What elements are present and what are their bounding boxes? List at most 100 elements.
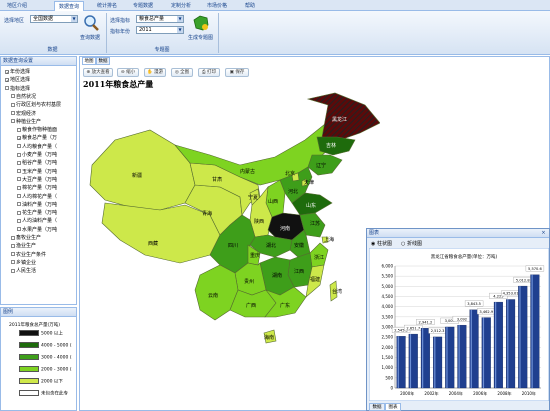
tab-data[interactable]: 数据 bbox=[96, 57, 110, 65]
x-tick-label: 2008年 bbox=[497, 390, 511, 396]
tree-item[interactable]: 油料产量（万吨 bbox=[17, 202, 57, 208]
label-taiwan: 台湾 bbox=[332, 288, 342, 295]
tree-item[interactable]: 渔业生产 bbox=[11, 243, 36, 249]
chart-tab-chart[interactable]: 图表 bbox=[385, 403, 401, 411]
y-tick-label: 2,500 bbox=[382, 335, 394, 340]
checkbox[interactable] bbox=[11, 252, 15, 257]
checkbox[interactable] bbox=[17, 144, 21, 149]
checkbox[interactable]: ✓ bbox=[5, 69, 9, 74]
legend-row: 未包含在此专 bbox=[19, 390, 68, 398]
close-icon[interactable]: × bbox=[540, 230, 547, 237]
tree-item[interactable]: 自然状况 bbox=[11, 94, 36, 100]
tree-item[interactable]: 农业生产条件 bbox=[11, 252, 46, 258]
checkbox[interactable] bbox=[11, 268, 15, 273]
tree-item[interactable]: 稻谷产量（万吨 bbox=[17, 160, 57, 166]
china-map[interactable]: 新疆 西藏 青海 甘肃 内蒙古 黑龙江 吉林 辽宁 北京 天津 河北 山西 山东… bbox=[80, 85, 380, 405]
checkbox[interactable] bbox=[11, 235, 15, 240]
checkbox[interactable] bbox=[17, 194, 21, 198]
tab-region-intro[interactable]: 地区介绍 bbox=[2, 1, 32, 11]
label-hubei: 湖北 bbox=[266, 242, 276, 249]
tab-map[interactable]: 地图 bbox=[82, 57, 96, 65]
checkbox[interactable] bbox=[17, 210, 21, 215]
indicator-select[interactable]: 粮食总产量 ▼ bbox=[136, 15, 184, 23]
tree-item[interactable]: 人民生活 bbox=[11, 268, 36, 274]
tab-custom-analysis[interactable]: 定制分析 bbox=[166, 1, 196, 11]
generate-map-button[interactable]: 生成专题图 bbox=[188, 34, 213, 41]
checkbox[interactable] bbox=[17, 152, 21, 157]
zoom-out-button[interactable]: ⊖ 缩小 bbox=[117, 68, 139, 77]
tree-item[interactable]: 玉米产量（万吨 bbox=[17, 169, 57, 175]
tree-item-label: 年份选择 bbox=[10, 69, 31, 75]
radio-line-chart[interactable]: ○ 折线图 bbox=[401, 240, 422, 247]
radio-bar-chart[interactable]: ◉ 柱状图 bbox=[371, 240, 392, 247]
tree-item-label: 大豆产量（万吨 bbox=[22, 176, 58, 183]
tree-item[interactable]: ✓粮食总产量（万 bbox=[17, 135, 57, 141]
label-xizang: 西藏 bbox=[148, 240, 158, 247]
label-shanghai: 上海 bbox=[324, 236, 334, 243]
tree-item[interactable]: 指标选择 bbox=[5, 86, 30, 92]
tree-item[interactable]: ✓年份选择 bbox=[5, 69, 30, 75]
checkbox[interactable] bbox=[17, 127, 21, 132]
tree-item[interactable]: 畜牧业生产 bbox=[11, 235, 41, 241]
tree-item[interactable]: 棉花产量（万吨 bbox=[17, 185, 57, 191]
tree-item[interactable]: 小麦产量（万吨 bbox=[17, 152, 57, 158]
legend-label: 4000 - 5000 ( bbox=[41, 343, 72, 349]
legend-row: 4000 - 5000 ( bbox=[19, 342, 72, 350]
tree-item[interactable]: ✓地区选择 bbox=[5, 77, 30, 83]
area-select[interactable]: 全国数据 ▼ bbox=[30, 15, 78, 23]
tree-item-label: 自然状况 bbox=[16, 93, 37, 100]
checkbox[interactable] bbox=[17, 218, 21, 223]
tree-item[interactable]: 水果产量（万吨 bbox=[17, 227, 57, 233]
chevron-down-icon: ▼ bbox=[177, 27, 183, 33]
chart-tab-data[interactable]: 数据 bbox=[369, 403, 385, 411]
tree-item[interactable]: 粮食作物种植面 bbox=[17, 127, 57, 133]
checkbox[interactable] bbox=[5, 86, 9, 91]
chart-window-title: 图表 bbox=[367, 229, 549, 238]
tab-ranking[interactable]: 统计排名 bbox=[92, 1, 122, 11]
checkbox[interactable]: ✓ bbox=[17, 135, 21, 140]
label-zhejiang: 浙江 bbox=[314, 254, 324, 261]
tab-market-price[interactable]: 市场价格 bbox=[202, 1, 232, 11]
checkbox[interactable] bbox=[11, 119, 15, 124]
checkbox[interactable] bbox=[17, 227, 21, 232]
label-hunan: 湖南 bbox=[272, 272, 282, 279]
checkbox[interactable] bbox=[17, 202, 21, 207]
checkbox[interactable] bbox=[11, 243, 15, 248]
value-label: 5,012.8 bbox=[516, 278, 530, 282]
checkbox[interactable] bbox=[17, 185, 21, 190]
full-extent-button[interactable]: ◎ 全图 bbox=[171, 68, 193, 77]
save-button[interactable]: ▣ 保存 bbox=[225, 68, 249, 77]
tree-item[interactable]: 宏观经济 bbox=[11, 111, 36, 117]
tree-item[interactable]: 大豆产量（万吨 bbox=[17, 177, 57, 183]
tree-item-label: 宏观经济 bbox=[16, 110, 37, 117]
checkbox[interactable] bbox=[17, 160, 21, 165]
checkbox[interactable] bbox=[11, 260, 15, 265]
value-label: 2,941.2 bbox=[419, 320, 433, 324]
bar-highlight bbox=[434, 336, 436, 388]
tab-data-query[interactable]: 数据查询 bbox=[54, 1, 84, 11]
print-button[interactable]: ⎙ 打印 bbox=[198, 68, 220, 77]
tree-item[interactable]: 人均粮食产量（ bbox=[17, 144, 57, 150]
tab-help[interactable]: 帮助 bbox=[240, 1, 260, 11]
checkbox[interactable] bbox=[17, 177, 21, 182]
tab-thematic[interactable]: 专题数据 bbox=[128, 1, 158, 11]
query-data-button[interactable]: 查询数据 bbox=[80, 34, 100, 41]
pan-button[interactable]: ✋ 漫游 bbox=[144, 68, 166, 77]
checkbox[interactable] bbox=[11, 94, 15, 99]
checkbox[interactable] bbox=[11, 111, 15, 115]
tree-item[interactable]: 种植业生产 bbox=[11, 119, 41, 125]
checkbox[interactable]: ✓ bbox=[5, 77, 9, 82]
tree-item[interactable]: 花生产量（万吨 bbox=[17, 210, 57, 216]
label-heilongjiang: 黑龙江 bbox=[332, 116, 347, 123]
tree-item[interactable]: 乡镇企业 bbox=[11, 260, 36, 266]
year-select[interactable]: 2011 ▼ bbox=[136, 26, 184, 34]
tree-item[interactable]: 行政区划与农村基层 bbox=[11, 102, 61, 108]
magnifier-icon[interactable] bbox=[82, 14, 100, 32]
checkbox[interactable] bbox=[11, 102, 15, 107]
label-jilin: 吉林 bbox=[326, 142, 336, 149]
tree-item[interactable]: 人均棉花产量（ bbox=[17, 194, 57, 200]
zoom-in-button[interactable]: ⊕ 放大查看 bbox=[83, 68, 113, 77]
thematic-map-icon[interactable] bbox=[192, 14, 210, 32]
tree-item[interactable]: 人均油料产量（ bbox=[17, 218, 57, 224]
checkbox[interactable] bbox=[17, 169, 21, 174]
